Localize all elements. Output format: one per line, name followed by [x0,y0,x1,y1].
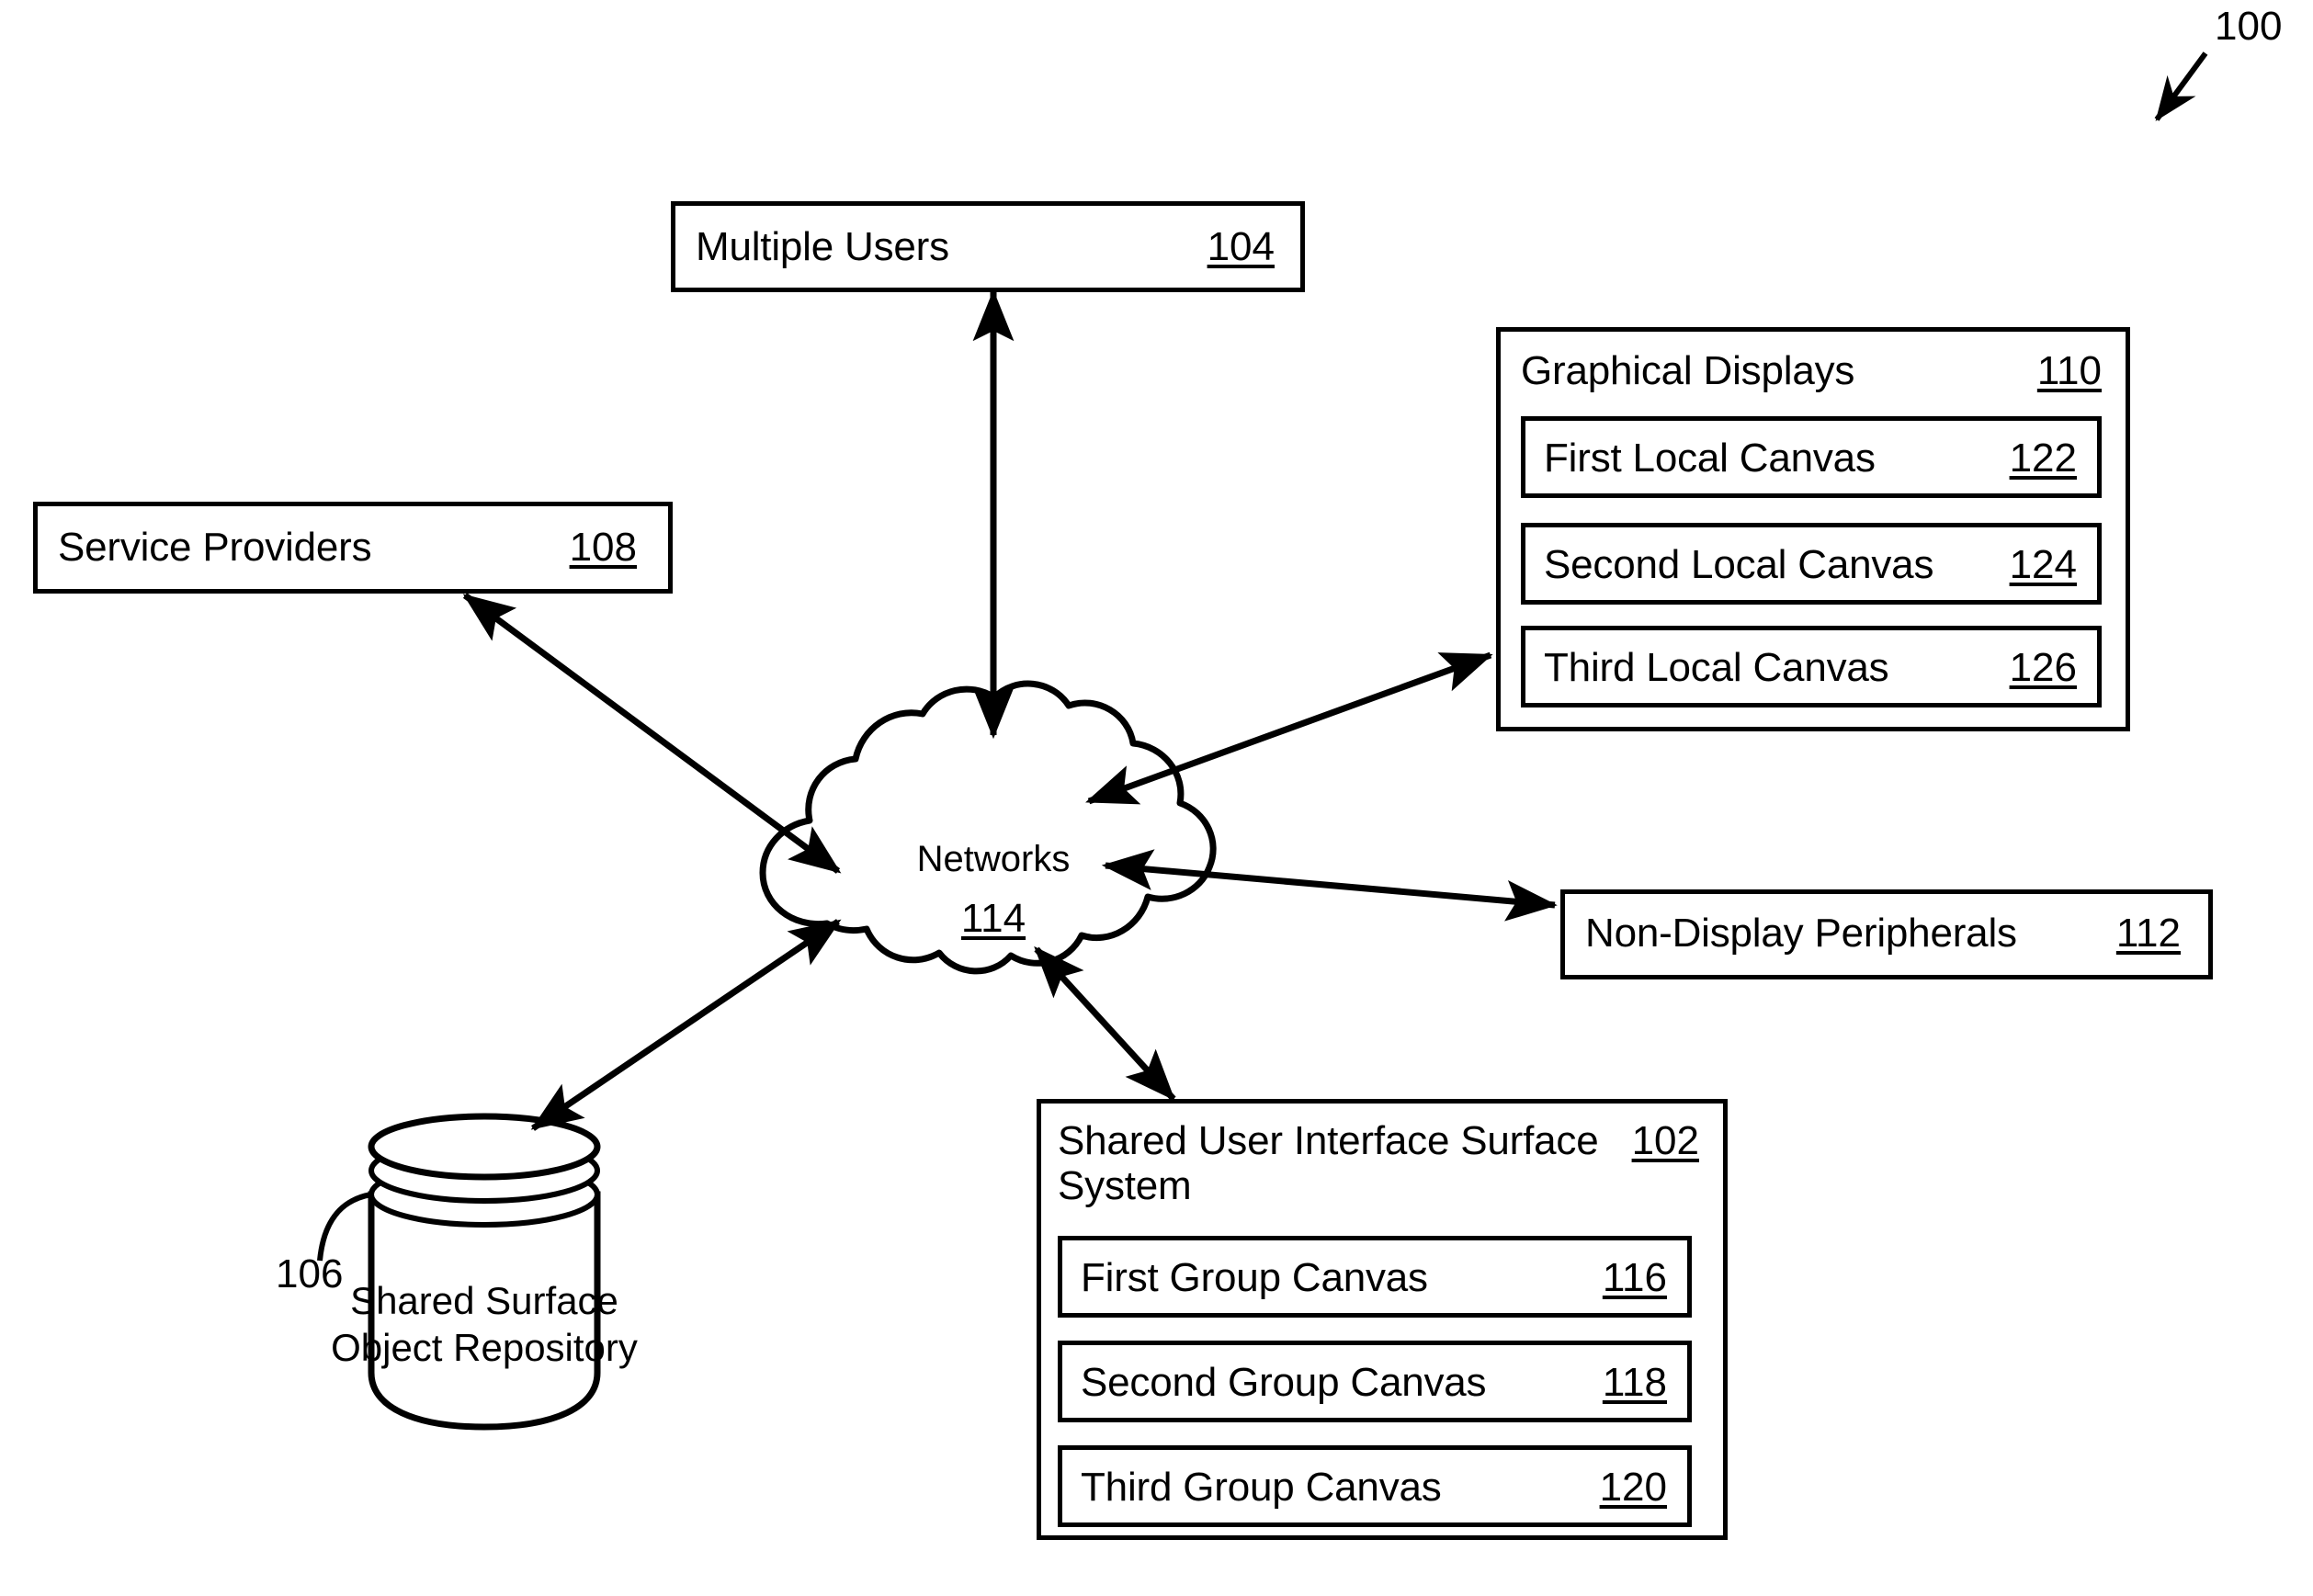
multiple-users-label: Multiple Users [696,224,949,269]
first-group-canvas-label: First Group Canvas [1081,1255,1428,1300]
connector-networks-shared-ui-surface-system [1034,945,1176,1102]
figure-number: 100 [2215,4,2283,49]
node-graphical-displays[interactable]: Graphical Displays 110 First Local Canva… [1496,327,2130,731]
first-group-canvas-ref: 116 [1602,1255,1667,1300]
node-second-group-canvas[interactable]: Second Group Canvas 118 [1058,1341,1692,1422]
node-non-display-peripherals[interactable]: Non-Display Peripherals 112 [1560,889,2213,979]
repository-ref: 106 [276,1251,344,1296]
second-group-canvas-ref: 118 [1602,1360,1667,1405]
second-local-canvas-label: Second Local Canvas [1544,542,1934,587]
multiple-users-ref: 104 [1207,224,1275,269]
node-third-local-canvas[interactable]: Third Local Canvas 126 [1521,626,2102,707]
service-providers-ref: 108 [569,525,637,570]
repository-label: Shared Surface Object Repository [331,1279,638,1370]
node-multiple-users[interactable]: Multiple Users 104 [671,201,1305,292]
second-group-canvas-label: Second Group Canvas [1081,1360,1487,1405]
connector-networks-service-providers [462,593,842,874]
node-first-local-canvas[interactable]: First Local Canvas 122 [1521,416,2102,498]
third-group-canvas-label: Third Group Canvas [1081,1465,1442,1510]
node-third-group-canvas[interactable]: Third Group Canvas 120 [1058,1445,1692,1527]
graphical-displays-label: Graphical Displays [1521,348,1855,393]
service-providers-label: Service Providers [58,525,372,570]
networks-ref-value: 114 [960,896,1026,941]
networks-ref: 114 [856,889,1131,948]
database-cylinder-shape [317,1113,601,1431]
networks-label: Networks [916,839,1071,879]
node-second-local-canvas[interactable]: Second Local Canvas 124 [1521,523,2102,605]
shared-ui-surface-system-label: Shared User Interface Surface System [1058,1118,1599,1209]
third-local-canvas-ref: 126 [2009,645,2077,690]
non-display-peripherals-ref: 112 [2115,911,2181,956]
node-shared-ui-surface-system[interactable]: Shared User Interface Surface System 102… [1037,1099,1728,1540]
third-group-canvas-ref: 120 [1599,1465,1667,1510]
connector-networks-repository [530,919,842,1131]
first-local-canvas-label: First Local Canvas [1544,436,1876,481]
node-first-group-canvas[interactable]: First Group Canvas 116 [1058,1236,1692,1318]
shared-ui-surface-system-ref: 102 [1631,1118,1699,1163]
patent-figure: 100 Multiple Users 104 Service Providers… [0,0,2313,1596]
node-service-providers[interactable]: Service Providers 108 [33,502,673,594]
third-local-canvas-label: Third Local Canvas [1544,645,1889,690]
first-local-canvas-ref: 122 [2009,436,2077,481]
connector-networks-graphical-displays [1085,651,1493,805]
second-local-canvas-ref: 124 [2009,542,2077,587]
graphical-displays-ref: 110 [2036,348,2102,393]
figure-number-leader-arrow [2154,51,2208,121]
non-display-peripherals-label: Non-Display Peripherals [1585,911,2017,956]
